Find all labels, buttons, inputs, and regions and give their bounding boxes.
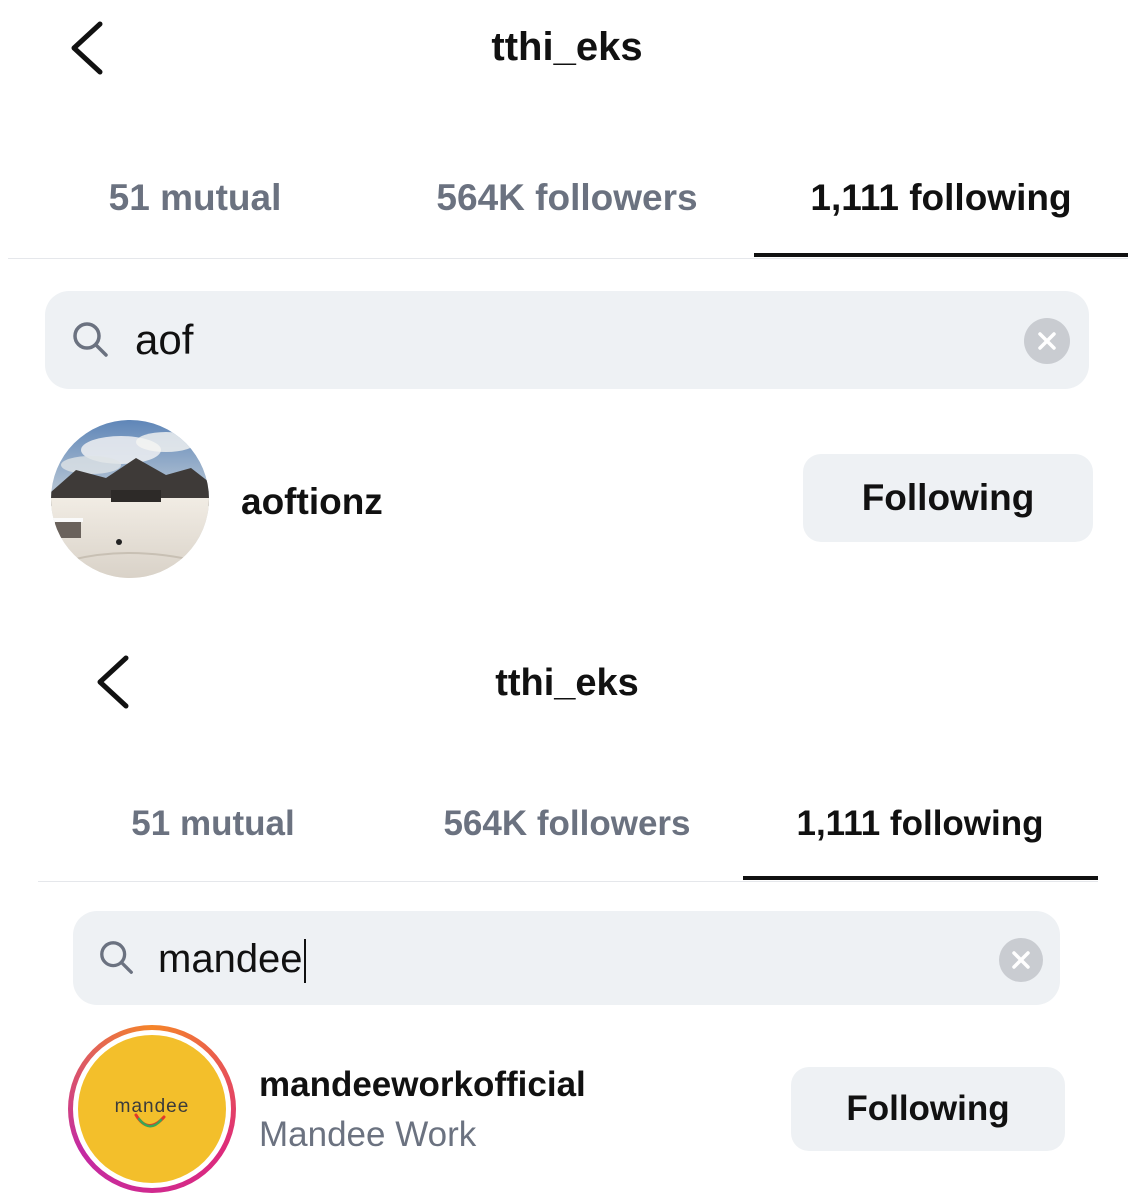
back-button[interactable] <box>64 18 112 80</box>
tab-mutual[interactable]: 51 mutual <box>55 176 335 220</box>
tab-following[interactable]: 1,111 following <box>760 176 1122 220</box>
following-button[interactable]: Following <box>791 1067 1065 1151</box>
page-title: tthi_eks <box>495 662 639 704</box>
text-caret <box>303 939 306 984</box>
tab-followers[interactable]: 564K followers <box>392 176 742 220</box>
search-input[interactable]: mandee <box>158 936 306 984</box>
result-username[interactable]: mandeeworkofficial <box>259 1064 586 1106</box>
search-input-text: mandee <box>158 937 303 981</box>
mandee-logo-avatar: mandee <box>78 1035 226 1183</box>
tab-following[interactable]: 1,111 following <box>770 803 1070 845</box>
active-tab-indicator <box>754 253 1128 257</box>
search-icon <box>73 322 108 357</box>
tab-divider <box>8 258 1128 259</box>
snowy-landscape-avatar[interactable] <box>51 420 209 578</box>
search-icon <box>100 941 133 974</box>
active-tab-indicator <box>743 876 1098 880</box>
clear-icon <box>1038 332 1056 350</box>
tab-mutual[interactable]: 51 mutual <box>88 803 338 845</box>
story-ring[interactable]: mandee <box>68 1025 236 1193</box>
chevron-left-icon <box>71 21 103 75</box>
search-bar[interactable]: mandee <box>73 911 1060 1005</box>
list-item[interactable]: mandee mandeeworkofficial Mandee Work Fo… <box>0 1020 1134 1200</box>
clear-search-button[interactable] <box>999 938 1043 982</box>
clear-icon <box>1012 951 1030 969</box>
page-title: tthi_eks <box>491 25 643 69</box>
clear-search-button[interactable] <box>1024 318 1070 364</box>
screenshot-panel-2: tthi_eks 51 mutual 564K followers 1,111 … <box>0 600 1134 1200</box>
mandee-logo-text: mandee <box>114 1096 190 1117</box>
following-button[interactable]: Following <box>803 454 1093 542</box>
tab-divider <box>38 881 1098 882</box>
tab-followers[interactable]: 564K followers <box>406 803 728 845</box>
back-button[interactable] <box>92 652 138 714</box>
result-username[interactable]: aoftionz <box>241 480 383 524</box>
list-item[interactable]: aoftionz Following <box>0 410 1134 590</box>
search-input[interactable]: aof <box>135 317 193 363</box>
screenshot-panel-1: tthi_eks 51 mutual 564K followers 1,111 … <box>0 0 1134 600</box>
search-bar[interactable]: aof <box>45 291 1089 389</box>
result-full-name: Mandee Work <box>259 1115 477 1154</box>
chevron-left-icon <box>97 655 129 709</box>
